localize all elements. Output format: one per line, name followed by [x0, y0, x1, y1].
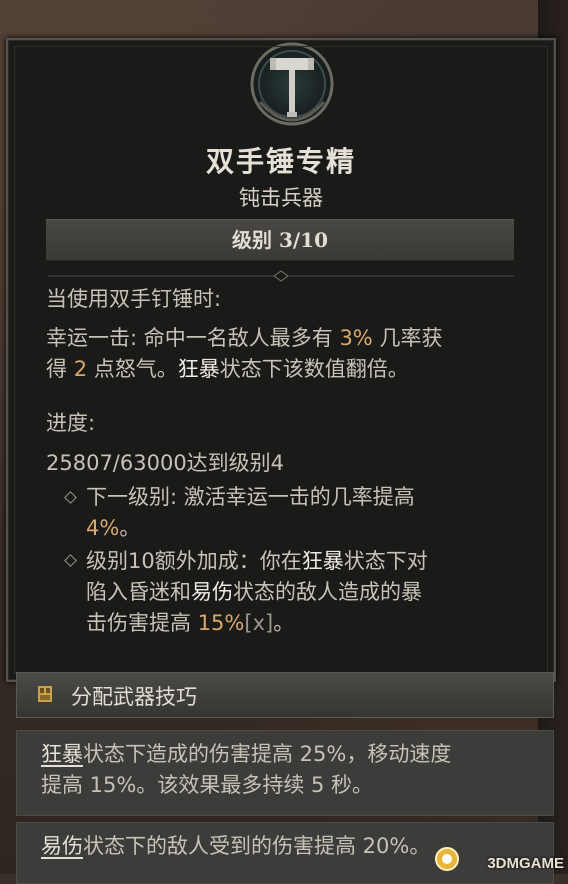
next-rank-chance-value: 4% [86, 516, 120, 540]
skill-rank-label: 级别 3/10 [231, 228, 328, 252]
vulnerable-glossary-panel: 易伤状态下的敌人受到的伤害提高 20%。 [16, 822, 554, 884]
diamond-bullet-icon [64, 554, 77, 567]
berserk-line1: 状态下造成的伤害提高 25%，移动速度 [83, 742, 452, 766]
desc-line2-prefix: 得 [46, 357, 67, 381]
weapon-technique-icon [38, 686, 52, 702]
bullet2-line3-x: [x] [244, 611, 274, 635]
berserk-glossary-line2: 提高 15%。该效果最多持续 5 秒。 [41, 773, 374, 797]
vulnerable-line1: 状态下的敌人受到的伤害提高 20%。 [83, 834, 431, 858]
bullet1-end: 。 [119, 516, 141, 540]
desc-line2-mid: 点怒气。 [93, 357, 178, 381]
berserk-glossary-panel: 狂暴状态下造成的伤害提高 25%，移动速度 提高 15%。该效果最多持续 5 秒… [16, 730, 554, 816]
skill-title: 双手锤专精 [205, 145, 356, 178]
bullet2-line2-b: 状态的敌人造成的暴 [233, 580, 422, 604]
watermark-text: 3DMGAME [487, 855, 564, 872]
desc-line2-suffix: 状态下该数值翻倍。 [219, 357, 409, 381]
berserk-term: 狂暴 [41, 742, 83, 766]
skill-category: 钝击兵器 [239, 186, 323, 210]
watermark-logo-icon [435, 847, 459, 871]
vulnerable-term: 易伤 [41, 834, 83, 858]
description-line-2: 得 2 点怒气。狂暴状态下该数值翻倍。 [46, 354, 409, 385]
diamond-bullet-icon [64, 491, 77, 504]
crit-damage-bonus-value: 15% [197, 611, 245, 635]
description-line-1: 幸运一击: 命中一名敌人最多有 3% 几率获 [46, 323, 442, 354]
bullet2-line1-a: 级别10额外加成：你在 [86, 549, 302, 573]
bullet2-line1-b: 状态下对 [343, 549, 428, 573]
berserk-keyword-2: 狂暴 [301, 549, 344, 573]
vulnerable-glossary-line1: 易伤状态下的敌人受到的伤害提高 20%。 [41, 831, 430, 862]
bullet2-line1: 级别10额外加成：你在狂暴状态下对 [86, 546, 428, 577]
assign-weapon-technique-button[interactable]: 分配武器技巧 [16, 672, 554, 718]
bullet2-line3-end: 。 [273, 611, 295, 635]
skill-tooltip: 双手锤专精 钝击兵器 级别 3/10 当使用双手钉锤时: 幸运一击: 命中一名敌… [6, 38, 556, 682]
skill-rank-bar: 级别 3/10 [46, 219, 514, 261]
bullet2-line2-a: 陷入昏迷和 [86, 580, 191, 604]
hammer-emblem-icon [250, 42, 334, 126]
progress-heading: 进度: [46, 411, 96, 435]
desc-line1-suffix: 几率获 [379, 326, 443, 350]
desc-line1-prefix: 幸运一击: 命中一名敌人最多有 [46, 326, 333, 350]
bullet1-line2: 4%。 [86, 513, 140, 544]
bullet2-line3: 击伤害提高 15%[x]。 [86, 608, 294, 639]
bullet2-line2: 陷入昏迷和易伤状态的敌人造成的暴 [86, 577, 422, 608]
lucky-hit-chance-value: 3% [339, 326, 373, 350]
berserk-glossary-line1: 狂暴状态下造成的伤害提高 25%，移动速度 [41, 739, 451, 770]
bullet1-line1: 下一级别: 激活幸运一击的几率提高 [86, 485, 415, 509]
section-label: 分配武器技巧 [71, 685, 197, 709]
berserk-keyword: 狂暴 [177, 357, 220, 381]
bullet2-line3-a: 击伤害提高 [86, 611, 191, 635]
vulnerable-keyword: 易伤 [191, 580, 233, 604]
ornament-divider [48, 270, 514, 282]
fury-amount-value: 2 [73, 357, 88, 381]
progress-value: 25807/63000达到级别4 [46, 451, 285, 475]
condition-text: 当使用双手钉锤时: [46, 287, 222, 311]
